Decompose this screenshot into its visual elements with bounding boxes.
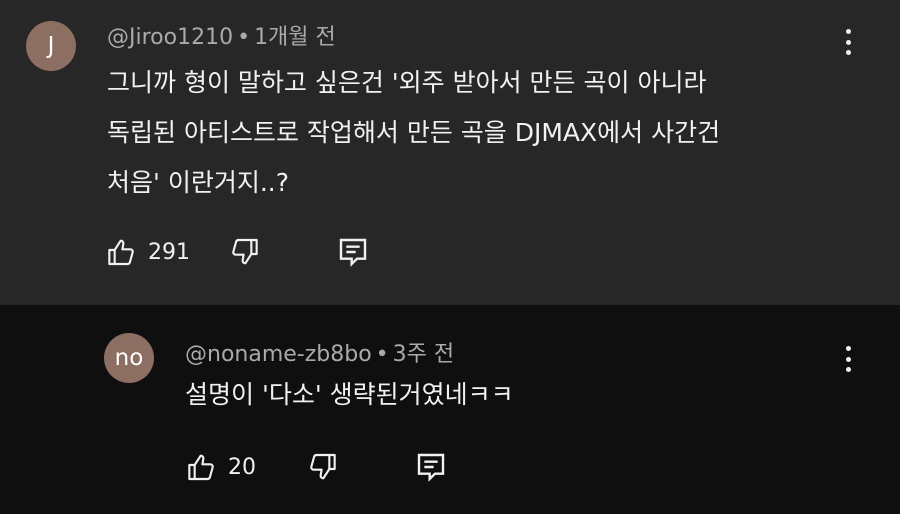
- thumb-down-icon: [310, 453, 336, 480]
- avatar[interactable]: J: [26, 21, 76, 71]
- reply-icon: [417, 453, 445, 482]
- comment-actions: 20: [186, 451, 446, 483]
- meta-separator: •: [375, 342, 389, 367]
- like-count: 291: [148, 239, 190, 265]
- comment-thread-top: J @Jiroo1210 • 1개월 전 그니까 형이 말하고 싶은건 '외주 받아…: [0, 0, 900, 305]
- comment-body: 설명이 '다소' 생략된거였네ㅋㅋ: [185, 370, 514, 420]
- dislike-button[interactable]: [228, 236, 260, 268]
- thumb-up-icon: [108, 239, 134, 266]
- comment-actions: 291: [106, 236, 368, 268]
- author-handle[interactable]: @Jiroo1210: [107, 25, 233, 50]
- reply-button[interactable]: [416, 451, 446, 483]
- thumb-up-icon: [188, 454, 214, 481]
- like-button[interactable]: 20: [186, 451, 256, 483]
- comment-line: 독립된 아티스트로 작업해서 만든 곡을 DJMAX에서 사간건: [107, 118, 721, 147]
- like-count: 20: [228, 454, 256, 480]
- thumb-down-icon: [232, 238, 258, 265]
- author-handle[interactable]: @noname-zb8bo: [185, 342, 372, 367]
- like-button[interactable]: 291: [106, 236, 190, 268]
- reply-icon: [339, 238, 367, 267]
- comment-line: 설명이 '다소' 생략된거였네ㅋㅋ: [185, 380, 514, 409]
- comment-line: 처음' 이란거지..?: [107, 168, 289, 197]
- comment-time[interactable]: 3주 전: [393, 342, 454, 367]
- comment-line: 그니까 형이 말하고 싶은건 '외주 받아서 만든 곡이 아니라: [107, 68, 707, 97]
- avatar[interactable]: no: [104, 333, 154, 383]
- dislike-button[interactable]: [306, 451, 338, 483]
- reply-button[interactable]: [338, 236, 368, 268]
- comment-time[interactable]: 1개월 전: [254, 25, 336, 50]
- comment-meta: @Jiroo1210 • 1개월 전: [107, 19, 336, 51]
- more-vert-icon[interactable]: [836, 346, 860, 372]
- comment-meta: @noname-zb8bo • 3주 전: [185, 336, 454, 368]
- meta-separator: •: [237, 25, 251, 50]
- comment-body: 그니까 형이 말하고 싶은건 '외주 받아서 만든 곡이 아니라 독립된 아티스…: [107, 58, 720, 208]
- more-vert-icon[interactable]: [836, 29, 860, 55]
